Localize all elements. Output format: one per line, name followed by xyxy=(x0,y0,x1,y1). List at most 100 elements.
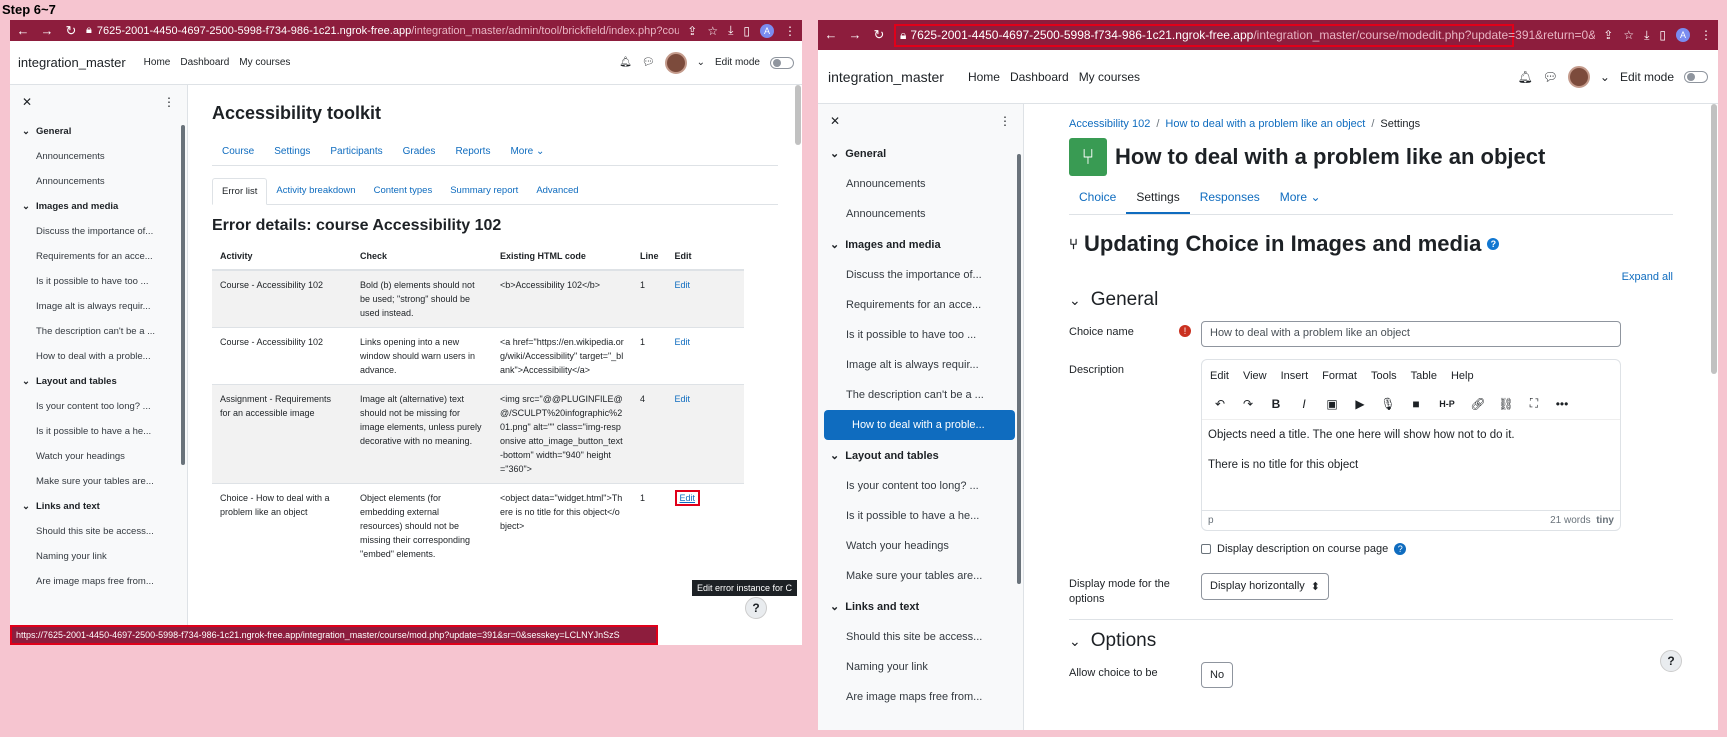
close-icon[interactable]: ✕ xyxy=(22,95,32,109)
share-icon[interactable]: ⇪ xyxy=(687,24,697,38)
nav-link-dashboard[interactable]: Dashboard xyxy=(1010,70,1069,84)
bell-icon[interactable]: 🔔︎ xyxy=(619,57,632,68)
drawer-section[interactable]: ⌄ Images and media xyxy=(818,229,1023,260)
drawer-activity[interactable]: How to deal with a proble... xyxy=(10,344,187,369)
url-field[interactable]: 🔒︎ 7625-2001-4450-4697-2500-5998-f734-98… xyxy=(86,24,679,37)
chevron-down-icon[interactable]: ⌄ xyxy=(1069,292,1081,309)
bold-icon[interactable]: B xyxy=(1268,397,1284,411)
drawer-activity[interactable]: Are image maps free from... xyxy=(818,682,1023,712)
chevron-down-icon[interactable]: ⌄ xyxy=(1069,633,1081,650)
italic-icon[interactable]: I xyxy=(1296,397,1312,411)
tab-grades[interactable]: Grades xyxy=(393,138,446,165)
site-name[interactable]: integration_master xyxy=(828,69,944,85)
chat-icon[interactable]: 💬︎ xyxy=(642,57,655,68)
editor-menu-insert[interactable]: Insert xyxy=(1281,370,1309,382)
bell-icon[interactable]: 🔔︎ xyxy=(1517,70,1532,84)
description-editor[interactable]: Edit View Insert Format Tools Table Help ↶ ↷ B… xyxy=(1201,359,1621,531)
unlink-icon[interactable]: ⛓ xyxy=(1498,397,1514,411)
link-icon[interactable]: 🔗︎ xyxy=(1470,397,1486,411)
chevron-down-icon[interactable]: ⌄ xyxy=(22,201,30,212)
more-icon[interactable]: ••• xyxy=(1554,397,1570,411)
breadcrumb-item[interactable]: Accessibility 102 xyxy=(1069,118,1150,130)
url-field[interactable]: 🔒︎ 7625-2001-4450-4697-2500-5998-f734-98… xyxy=(894,23,1595,47)
close-icon[interactable]: ✕ xyxy=(830,114,840,128)
profile-avatar[interactable]: A xyxy=(1676,28,1690,42)
drawer-activity[interactable]: Discuss the importance of... xyxy=(10,219,187,244)
editor-menu-edit[interactable]: Edit xyxy=(1210,370,1229,382)
drawer-activity[interactable]: Make sure your tables are... xyxy=(818,561,1023,591)
chevron-down-icon[interactable]: ⌄ xyxy=(1600,70,1610,84)
forward-icon[interactable]: → xyxy=(40,23,54,39)
editor-menu-table[interactable]: Table xyxy=(1411,370,1437,382)
drawer-activity[interactable]: Is your content too long? ... xyxy=(10,394,187,419)
kebab-menu-icon[interactable]: ⋮ xyxy=(163,95,175,109)
chevron-down-icon[interactable]: ⌄ xyxy=(22,501,30,512)
fullscreen-icon[interactable]: ⛶ xyxy=(1526,396,1542,411)
drawer-section[interactable]: ⌄ Links and text xyxy=(818,591,1023,622)
drawer-activity[interactable]: Is your content too long? ... xyxy=(818,471,1023,501)
drawer-activity[interactable]: Announcements xyxy=(10,144,187,169)
tab-more[interactable]: More ⌄ xyxy=(500,138,554,165)
image-icon[interactable]: ▣ xyxy=(1324,397,1340,411)
media-icon[interactable]: ▶ xyxy=(1352,397,1368,411)
reload-icon[interactable]: ↻ xyxy=(872,27,886,43)
nav-link-my-courses[interactable]: My courses xyxy=(1079,70,1140,84)
display-mode-select[interactable]: Display horizontally ⬍ xyxy=(1201,573,1329,600)
tiny-logo[interactable]: tiny xyxy=(1596,515,1614,526)
edit-link[interactable]: Edit xyxy=(674,490,701,506)
back-icon[interactable]: ← xyxy=(16,23,30,39)
chevron-down-icon[interactable]: ⌄ xyxy=(697,57,705,68)
editor-menu-tools[interactable]: Tools xyxy=(1371,370,1397,382)
subtab-activity-breakdown[interactable]: Activity breakdown xyxy=(267,178,364,204)
edit-mode-toggle[interactable] xyxy=(770,56,794,69)
editor-menu-view[interactable]: View xyxy=(1243,370,1267,382)
drawer-section[interactable]: ⌄ Links and text xyxy=(10,494,187,519)
general-section-header[interactable]: ⌄ General xyxy=(1069,289,1673,311)
drawer-activity[interactable]: Image alt is always requir... xyxy=(818,350,1023,380)
tab-more[interactable]: More ⌄ xyxy=(1270,182,1331,214)
tab-choice[interactable]: Choice xyxy=(1069,182,1126,214)
nav-link-my-courses[interactable]: My courses xyxy=(239,57,290,68)
drawer-activity[interactable]: Watch your headings xyxy=(10,444,187,469)
kebab-menu-icon[interactable]: ⋮ xyxy=(999,114,1011,128)
drawer-activity[interactable]: Is it possible to have too ... xyxy=(818,320,1023,350)
chevron-down-icon[interactable]: ⌄ xyxy=(22,376,30,387)
drawer-scrollbar[interactable] xyxy=(181,125,185,465)
kebab-menu-icon[interactable]: ⋮ xyxy=(1700,28,1712,42)
site-name[interactable]: integration_master xyxy=(18,55,126,70)
help-icon[interactable]: ? xyxy=(1487,238,1500,250)
star-icon[interactable]: ☆ xyxy=(707,24,718,38)
subtab-error-list[interactable]: Error list xyxy=(212,178,268,205)
subtab-content-types[interactable]: Content types xyxy=(365,178,442,204)
tab-reports[interactable]: Reports xyxy=(445,138,500,165)
breadcrumb-item[interactable]: How to deal with a problem like an objec… xyxy=(1165,118,1365,130)
editor-menu-help[interactable]: Help xyxy=(1451,370,1474,382)
drawer-section[interactable]: ⌄ General xyxy=(818,138,1023,169)
drawer-activity[interactable]: Discuss the importance of... xyxy=(818,260,1023,290)
help-icon[interactable]: ? xyxy=(1394,543,1407,555)
options-section-header[interactable]: ⌄ Options xyxy=(1069,630,1673,652)
subtab-advanced[interactable]: Advanced xyxy=(527,178,587,204)
drawer-activity[interactable]: Requirements for an acce... xyxy=(10,244,187,269)
drawer-activity[interactable]: The description can't be a ... xyxy=(818,380,1023,410)
nav-link-dashboard[interactable]: Dashboard xyxy=(180,57,229,68)
sidepanel-icon[interactable]: ▯ xyxy=(743,24,750,38)
allow-choice-select[interactable]: No xyxy=(1201,662,1234,688)
chevron-down-icon[interactable]: ⌄ xyxy=(830,600,839,613)
drawer-scrollbar[interactable] xyxy=(1017,154,1021,584)
drawer-activity[interactable]: Is it possible to have too ... xyxy=(10,269,187,294)
drawer-activity[interactable]: Are image maps free from... xyxy=(10,569,187,594)
download-icon[interactable]: ⤓ xyxy=(728,23,733,38)
chevron-down-icon[interactable]: ⌄ xyxy=(830,147,839,160)
drawer-activity[interactable]: Should this site be access... xyxy=(10,519,187,544)
drawer-activity[interactable]: Announcements xyxy=(818,169,1023,199)
chevron-down-icon[interactable]: ⌄ xyxy=(830,449,839,462)
drawer-section[interactable]: ⌄ Images and media xyxy=(10,194,187,219)
h5p-icon[interactable]: H-P xyxy=(1436,399,1458,409)
nav-link-home[interactable]: Home xyxy=(144,57,171,68)
drawer-section[interactable]: ⌄ Layout and tables xyxy=(10,369,187,394)
drawer-activity[interactable]: Naming your link xyxy=(10,544,187,569)
edit-link[interactable]: Edit xyxy=(675,337,691,347)
editor-menu-format[interactable]: Format xyxy=(1322,370,1357,382)
chevron-down-icon[interactable]: ⌄ xyxy=(830,238,839,251)
